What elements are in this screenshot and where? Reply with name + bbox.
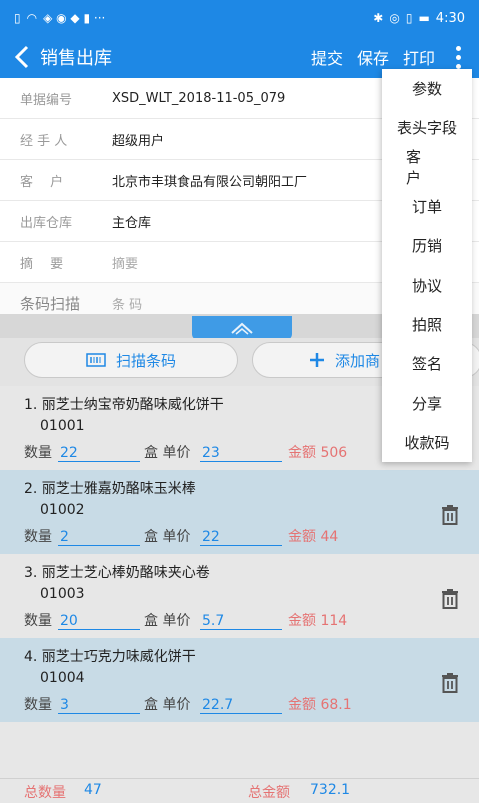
- item-code: 01004: [40, 670, 85, 686]
- quantity-input[interactable]: 3: [58, 697, 140, 714]
- menu-item-customer[interactable]: 客户: [382, 148, 472, 187]
- chevron-up-icon: [231, 322, 253, 335]
- back-button[interactable]: [4, 36, 40, 78]
- item-name: 3. 丽芝士芝心棒奶酪味夹心卷: [24, 565, 210, 581]
- unit-price-label: 盒 单价: [144, 697, 191, 713]
- handler-label: 经 手 人: [20, 133, 68, 149]
- save-button[interactable]: 保存: [357, 45, 389, 69]
- collapse-toggle[interactable]: [192, 316, 292, 340]
- plus-icon: [310, 353, 324, 367]
- status-time: 4:30: [435, 10, 465, 26]
- quantity-input[interactable]: 2: [58, 529, 140, 546]
- total-quantity-value: 47: [84, 782, 102, 798]
- price-input[interactable]: 5.7: [200, 613, 282, 630]
- menu-item-params[interactable]: 参数: [382, 69, 472, 108]
- quantity-label: 数量: [24, 529, 52, 545]
- summary-input[interactable]: 摘要: [112, 253, 138, 272]
- totals-footer: 总数量 47 总金额 732.1: [0, 778, 479, 803]
- total-amount-value: 732.1: [310, 782, 351, 798]
- scan-barcode-button[interactable]: 扫描条码: [24, 342, 238, 378]
- unit-price-label: 盒 单价: [144, 613, 191, 629]
- amount-value: 金额 44: [288, 529, 339, 545]
- customer-label: 客 户: [20, 174, 64, 190]
- scan-barcode-label: 扫描条码: [115, 351, 176, 370]
- list-spacer: [0, 722, 479, 778]
- item-name: 4. 丽芝士巧克力味威化饼干: [24, 649, 196, 665]
- price-input[interactable]: 22: [200, 529, 282, 546]
- more-vert-icon: [455, 45, 461, 51]
- order-number-value: XSD_WLT_2018-11-05_079: [112, 90, 286, 106]
- notification-icon: ◈ ◉ ◆ ▮ ···: [43, 11, 106, 25]
- back-arrow-icon: [14, 45, 29, 69]
- more-menu-button[interactable]: [449, 42, 467, 72]
- price-input[interactable]: 22.7: [200, 697, 282, 714]
- list-item[interactable]: 4. 丽芝士巧克力味威化饼干 01004 数量 3 盒 单价 22.7 金额 6…: [0, 638, 479, 722]
- quantity-input[interactable]: 20: [58, 613, 140, 630]
- status-bar: ▯ ◠ ◈ ◉ ◆ ▮ ··· ✱ ◎ ▯ ▬ 4:30: [0, 0, 479, 36]
- list-item[interactable]: 2. 丽芝士雅嘉奶酪味玉米棒 01002 数量 2 盒 单价 22 金额 44: [0, 470, 479, 554]
- location-icon: ◎: [389, 11, 400, 25]
- add-product-label: 添加商: [335, 351, 381, 370]
- amount-value: 金额 114: [288, 613, 348, 629]
- total-amount-label: 总金额: [248, 785, 290, 801]
- price-input[interactable]: 23: [200, 445, 282, 462]
- page-title: 销售出库: [40, 48, 112, 69]
- amount-value: 金额 68.1: [288, 697, 352, 713]
- barcode-icon: [86, 353, 106, 367]
- trash-icon[interactable]: [439, 588, 461, 610]
- quantity-label: 数量: [24, 697, 52, 713]
- item-code: 01003: [40, 586, 85, 602]
- barcode-input[interactable]: 条 码: [112, 294, 142, 313]
- quantity-input[interactable]: 22: [58, 445, 140, 462]
- trash-icon[interactable]: [439, 504, 461, 526]
- battery-icon: ▬: [418, 11, 430, 25]
- trash-icon[interactable]: [439, 672, 461, 694]
- unit-price-label: 盒 单价: [144, 529, 191, 545]
- quantity-label: 数量: [24, 445, 52, 461]
- handler-value[interactable]: 超级用户: [112, 130, 164, 149]
- wifi-icon: ◠: [26, 11, 38, 25]
- overflow-menu: 参数 表头字段 客户 订单 历销 协议 拍照 签名 分享 收款码: [382, 69, 472, 462]
- menu-item-payment-code[interactable]: 收款码: [382, 423, 472, 462]
- print-button[interactable]: 打印: [403, 45, 435, 69]
- menu-item-order[interactable]: 订单: [382, 187, 472, 226]
- summary-label: 摘 要: [20, 256, 64, 272]
- item-name: 2. 丽芝士雅嘉奶酪味玉米棒: [24, 481, 196, 497]
- menu-item-sales-history[interactable]: 历销: [382, 226, 472, 265]
- warehouse-label: 出库仓库: [20, 215, 73, 231]
- submit-button[interactable]: 提交: [311, 45, 343, 69]
- customer-value[interactable]: 北京市丰琪食品有限公司朝阳工厂: [112, 171, 307, 190]
- quantity-label: 数量: [24, 613, 52, 629]
- item-code: 01002: [40, 502, 85, 518]
- bluetooth-icon: ✱: [373, 11, 384, 25]
- menu-item-agreement[interactable]: 协议: [382, 265, 472, 304]
- total-quantity-label: 总数量: [24, 785, 66, 801]
- amount-value: 金额 506: [288, 445, 348, 461]
- barcode-label: 条码扫描: [20, 294, 81, 313]
- unit-price-label: 盒 单价: [144, 445, 191, 461]
- menu-item-signature[interactable]: 签名: [382, 344, 472, 383]
- order-number-label: 单据编号: [20, 92, 73, 108]
- warehouse-value[interactable]: 主仓库: [112, 212, 151, 231]
- list-item[interactable]: 3. 丽芝士芝心棒奶酪味夹心卷 01003 数量 20 盒 单价 5.7 金额 …: [0, 554, 479, 638]
- menu-item-share[interactable]: 分享: [382, 383, 472, 422]
- sim-icon: ▯: [14, 11, 21, 25]
- menu-item-photo[interactable]: 拍照: [382, 305, 472, 344]
- menu-item-header-fields[interactable]: 表头字段: [382, 108, 472, 147]
- vibrate-icon: ▯: [405, 11, 413, 25]
